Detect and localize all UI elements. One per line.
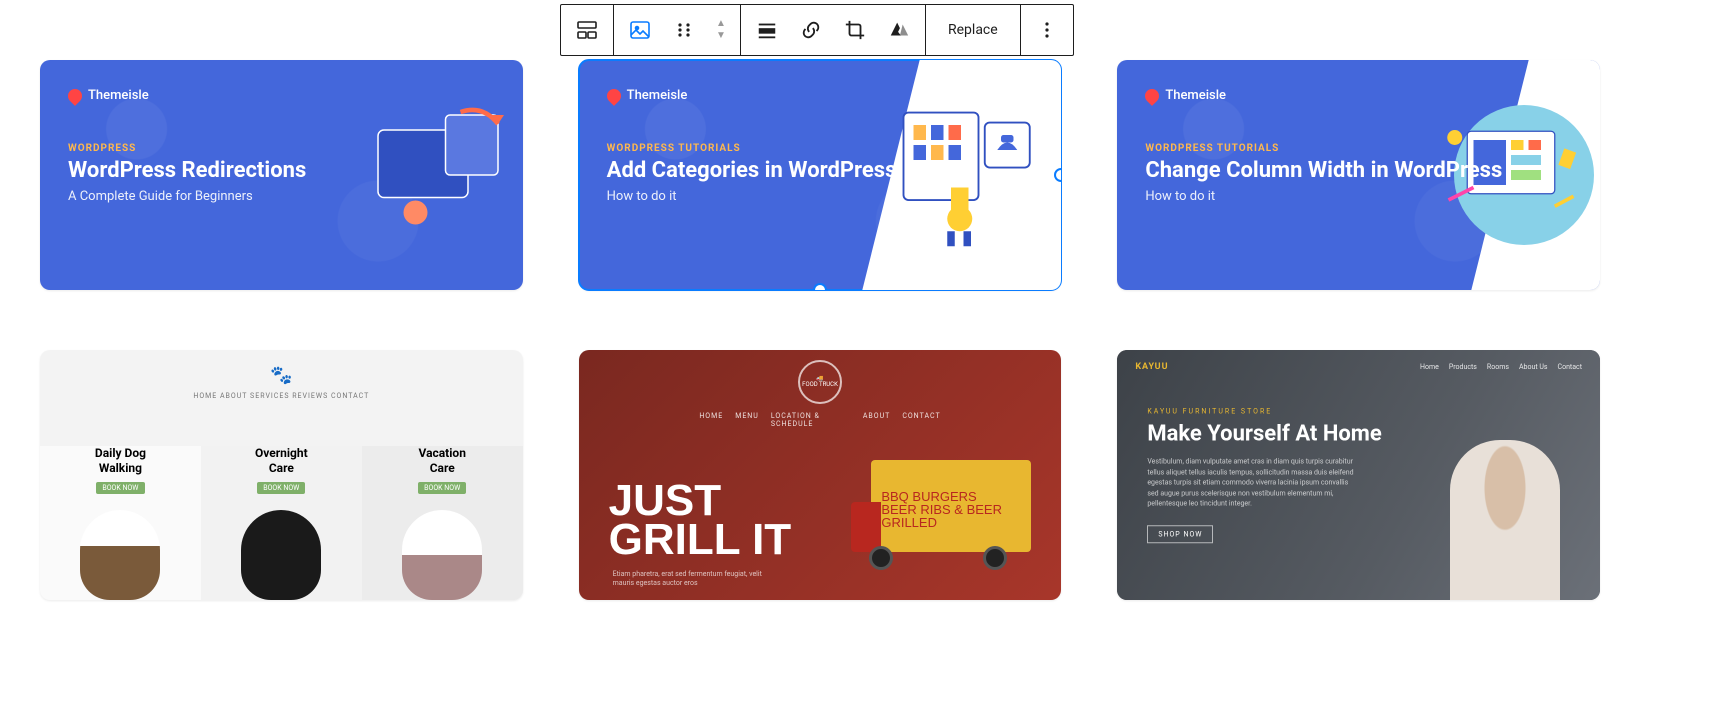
resize-handle-bottom[interactable] [813, 283, 827, 290]
gallery-image-redirections[interactable]: Themeisle WORDPRESS WordPress Redirectio… [40, 60, 523, 290]
link-button[interactable] [789, 6, 833, 54]
gallery-grid: Themeisle WORDPRESS WordPress Redirectio… [40, 60, 1600, 600]
gallery-image-categories-selected[interactable]: Themeisle WORDPRESS TUTORIALS Add Catego… [579, 60, 1062, 290]
person-kitchen-image [1450, 440, 1560, 600]
gallery-image-column-width[interactable]: Themeisle WORDPRESS TUTORIALS Change Col… [1117, 60, 1600, 290]
dog-image-2 [241, 510, 321, 600]
paw-logo-icon: 🐾 [268, 362, 294, 388]
drag-handle[interactable] [662, 6, 706, 54]
crop-button[interactable] [833, 6, 877, 54]
move-up-button[interactable]: ▲ [706, 19, 736, 29]
dog-image-3 [402, 510, 482, 600]
block-type-image-button[interactable] [618, 6, 662, 54]
truck-illustration: BBQ BURGERS BEER RIBS & BEER GRILLED [851, 460, 1031, 570]
kayuu-logo: KAYUU [1135, 362, 1168, 372]
brand-label: Themeisle [607, 88, 1034, 103]
gallery-image-kayuu[interactable]: KAYUU HomeProductsRoomsAbout UsContact K… [1117, 350, 1600, 600]
resize-handle-right[interactable] [1054, 168, 1061, 182]
gallery-image-food-truck[interactable]: 🚚FOOD TRUCK HOMEMENULOCATION & SCHEDULEA… [579, 350, 1062, 600]
dog-image-1 [80, 510, 160, 600]
replace-button[interactable]: Replace [930, 22, 1016, 38]
move-down-button[interactable]: ▼ [706, 31, 736, 41]
align-button[interactable] [745, 6, 789, 54]
parent-block-button[interactable] [565, 6, 609, 54]
food-truck-logo: 🚚FOOD TRUCK [798, 360, 842, 404]
more-options-button[interactable] [1025, 6, 1069, 54]
block-toolbar: ▲ ▼ Replace [560, 4, 1074, 56]
brand-label: Themeisle [1145, 88, 1572, 103]
brand-label: Themeisle [68, 88, 495, 103]
duotone-button[interactable] [877, 6, 921, 54]
gallery-image-dog-care[interactable]: 🐾 HOME ABOUT SERVICES REVIEWS CONTACT Da… [40, 350, 523, 600]
